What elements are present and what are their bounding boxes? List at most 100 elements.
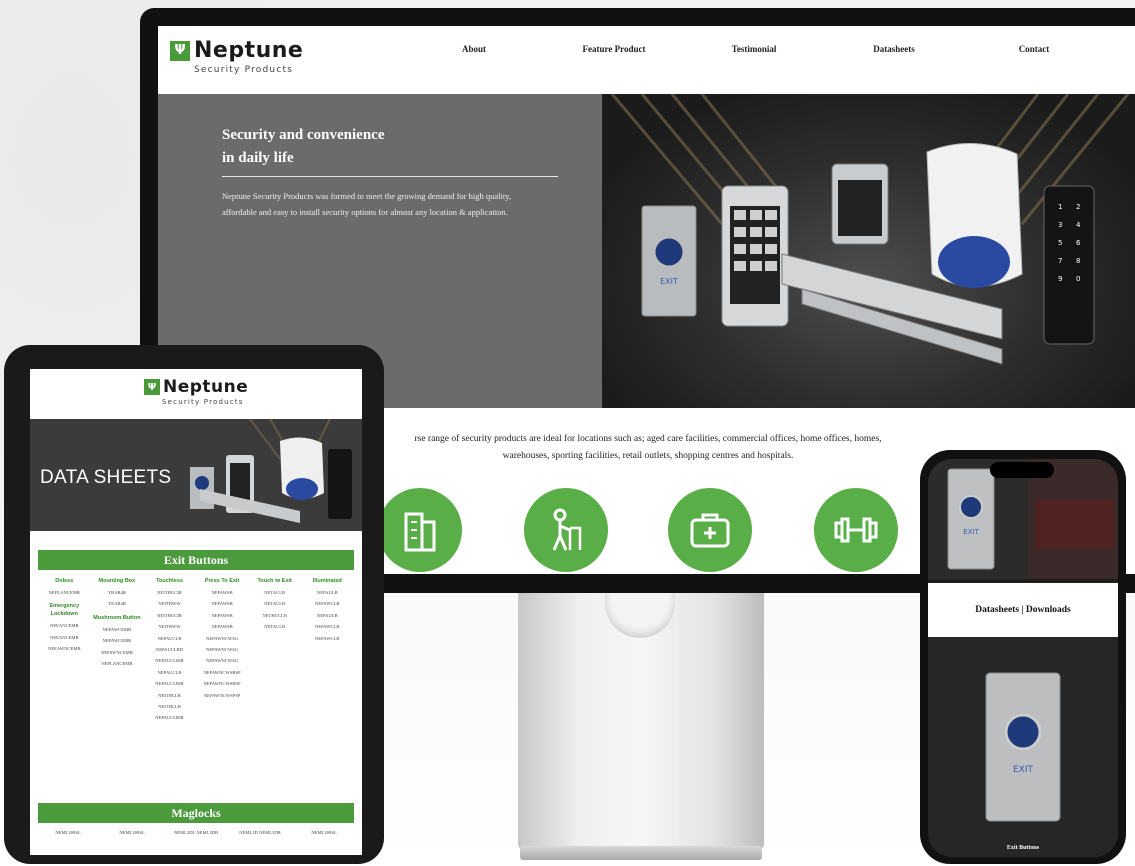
hero-body: Neptune Security Products was formed to … bbox=[222, 191, 512, 217]
datasheet-link[interactable]: NETACLB bbox=[248, 590, 301, 596]
datasheet-link[interactable]: NEML300SL bbox=[38, 830, 98, 835]
phone-page-title: Datasheets | Downloads bbox=[928, 583, 1118, 637]
hero-title: Security and convenience in daily life bbox=[222, 124, 552, 170]
column-subheading: Mushroom Button bbox=[93, 614, 141, 621]
svg-text:EXIT: EXIT bbox=[1013, 765, 1034, 775]
datasheet-link[interactable]: NEPAWNCWSG bbox=[196, 658, 249, 664]
svg-text:2: 2 bbox=[1076, 203, 1080, 211]
phone-caption: Exit Buttons bbox=[1006, 845, 1040, 851]
tablet-logo[interactable]: Ψ Neptune bbox=[144, 377, 248, 397]
datasheet-link[interactable]: NEPAWNCWSBSP bbox=[196, 670, 249, 676]
datasheet-link[interactable]: NEPAWCLB bbox=[301, 601, 354, 607]
section-title-exit-buttons: Exit Buttons bbox=[38, 550, 354, 570]
datasheet-link[interactable]: NEPAULB bbox=[301, 590, 354, 596]
column-press-to-exit: Press To Exit NEPAWSB NEPAWSB NEPAWSB NE… bbox=[196, 577, 249, 727]
desktop-nav: About Feature Product Testimonial Datash… bbox=[404, 44, 1104, 54]
elderly-walker-icon[interactable] bbox=[524, 488, 608, 572]
building-icon[interactable] bbox=[378, 488, 462, 572]
datasheet-link[interactable]: NEPAWCLB bbox=[301, 624, 354, 630]
svg-text:4: 4 bbox=[1076, 221, 1081, 229]
datasheet-link[interactable]: YRAB4B bbox=[91, 590, 144, 596]
datasheet-link[interactable]: NEEAWNCEMB bbox=[38, 646, 91, 652]
hero-title-line1: Security and convenience bbox=[222, 127, 385, 143]
column-touchless: Touchless NEITHUCIR NEITBWW NEITHUCIR NE… bbox=[143, 577, 196, 727]
datasheet-link[interactable]: NEPAWNCWSBSP bbox=[196, 681, 249, 687]
hero-product-image: EXIT 1 2 3 4 5 6 7 8 9 0 bbox=[602, 94, 1135, 408]
desktop-header: Ψ Neptune Security Products About Featur… bbox=[158, 26, 1135, 94]
datasheet-link[interactable]: NEPAWSB bbox=[196, 624, 249, 630]
datasheet-link[interactable]: NEPAUCLBIR bbox=[143, 658, 196, 664]
datasheet-link[interactable]: NEPAWCEMB bbox=[91, 627, 144, 633]
nav-datasheets[interactable]: Datasheets bbox=[824, 44, 964, 54]
datasheet-link[interactable]: NEML3D NEML3DB bbox=[230, 830, 290, 835]
dumbbell-icon[interactable] bbox=[814, 488, 898, 572]
brand-name: Neptune bbox=[194, 38, 304, 63]
nav-testimonial[interactable]: Testimonial bbox=[684, 44, 824, 54]
exit-buttons-columns: Doless NEPLANCEMB Emergency Lockdown NEE… bbox=[38, 577, 354, 727]
datasheet-link[interactable]: NEPAUCLB bbox=[143, 636, 196, 642]
datasheet-link[interactable]: NEEANCEMB bbox=[38, 623, 91, 629]
brand-tagline: Security Products bbox=[162, 398, 244, 406]
mockup-stage: Ψ Neptune Security Products About Featur… bbox=[0, 0, 1135, 866]
svg-text:0: 0 bbox=[1076, 275, 1080, 283]
column-heading: Illuminated bbox=[312, 578, 342, 584]
first-aid-kit-icon[interactable] bbox=[668, 488, 752, 572]
datasheet-link[interactable]: NEITBWW bbox=[143, 601, 196, 607]
datasheet-link[interactable]: NEPAWNCWSPSP bbox=[196, 693, 249, 699]
column-heading: Touch to Exit bbox=[257, 578, 292, 584]
nav-contact[interactable]: Contact bbox=[964, 44, 1104, 54]
phone-site: EXIT Datasheets | Downloads EXIT Exit Bu… bbox=[928, 459, 1118, 857]
datasheet-link[interactable]: NEPAWSB bbox=[196, 590, 249, 596]
datasheet-link[interactable]: NEITHUCIR bbox=[143, 590, 196, 596]
nav-feature-product[interactable]: Feature Product bbox=[544, 44, 684, 54]
svg-text:7: 7 bbox=[1058, 257, 1062, 265]
datasheet-link[interactable]: NEML300SL bbox=[294, 830, 354, 835]
hero-divider bbox=[222, 176, 558, 177]
exit-plate-photo: EXIT bbox=[928, 637, 1118, 857]
datasheet-link[interactable]: NEML300SL bbox=[102, 830, 162, 835]
svg-text:3: 3 bbox=[1058, 221, 1062, 229]
datasheet-link[interactable]: NEITHUCIR bbox=[143, 613, 196, 619]
datasheet-link[interactable]: NEPAULB bbox=[301, 613, 354, 619]
svg-text:EXIT: EXIT bbox=[660, 277, 678, 286]
datasheet-link[interactable]: NEPAWCLB bbox=[301, 636, 354, 642]
datasheet-link[interactable]: NEPLANCEMB bbox=[91, 661, 144, 667]
datasheet-link[interactable]: NEPAWSB bbox=[196, 613, 249, 619]
datasheet-link[interactable]: NEEANCEMB bbox=[38, 635, 91, 641]
phone-product-image: EXIT Exit Buttons bbox=[928, 637, 1118, 857]
column-heading: Doless bbox=[55, 578, 74, 584]
datasheet-link[interactable]: NETACLB bbox=[248, 601, 301, 607]
section-title-maglocks: Maglocks bbox=[38, 803, 354, 823]
datasheet-link[interactable]: NEITBWW bbox=[143, 624, 196, 630]
datasheet-link[interactable]: NEITHCLB bbox=[143, 704, 196, 710]
trident-icon: Ψ bbox=[170, 40, 190, 61]
datasheet-link[interactable]: NEPAWNCWSG bbox=[196, 647, 249, 653]
svg-text:EXIT: EXIT bbox=[963, 528, 979, 536]
datasheet-link[interactable]: NETACLB bbox=[248, 624, 301, 630]
product-collage-image: EXIT 1 2 3 4 5 6 7 8 9 0 bbox=[610, 94, 1130, 365]
datasheet-link[interactable]: NEPAUCLBIR bbox=[143, 681, 196, 687]
datasheet-link[interactable]: YEAB4B bbox=[91, 601, 144, 607]
datasheet-link[interactable]: NEPAWSB bbox=[196, 601, 249, 607]
column-doless: Doless NEPLANCEMB Emergency Lockdown NEE… bbox=[38, 577, 91, 727]
datasheet-link[interactable]: NETHUCLB bbox=[248, 613, 301, 619]
datasheet-link[interactable]: NEPLANCEMB bbox=[38, 590, 91, 596]
datasheet-link[interactable]: NEPAWNCWSG bbox=[196, 636, 249, 642]
datasheet-link[interactable]: NEPAUCLBIR bbox=[143, 715, 196, 721]
datasheet-link[interactable]: NEITHCLB bbox=[143, 693, 196, 699]
tablet-hero: DATA SHEETS bbox=[30, 419, 362, 531]
tablet-hero-title: DATA SHEETS bbox=[40, 467, 172, 488]
svg-text:9: 9 bbox=[1058, 275, 1062, 283]
datasheet-link[interactable]: NEML3DL NEML3DB bbox=[166, 830, 226, 835]
nav-about[interactable]: About bbox=[404, 44, 544, 54]
datasheet-link[interactable]: NEPAWCEMB bbox=[91, 638, 144, 644]
desktop-logo[interactable]: Ψ Neptune bbox=[170, 38, 303, 63]
svg-text:5: 5 bbox=[1058, 239, 1062, 247]
column-touch-to-exit: Touch to Exit NETACLB NETACLB NETHUCLB N… bbox=[248, 577, 301, 727]
datasheet-link[interactable]: NEPAUCLBD bbox=[143, 647, 196, 653]
column-subheading: Emergency Lockdown bbox=[49, 603, 80, 618]
datasheet-link[interactable]: NEPAUCLB bbox=[143, 670, 196, 676]
trident-icon: Ψ bbox=[144, 379, 160, 395]
datasheet-link[interactable]: NEPAWNCEMB bbox=[91, 650, 144, 656]
brand-tagline: Security Products bbox=[194, 65, 294, 75]
